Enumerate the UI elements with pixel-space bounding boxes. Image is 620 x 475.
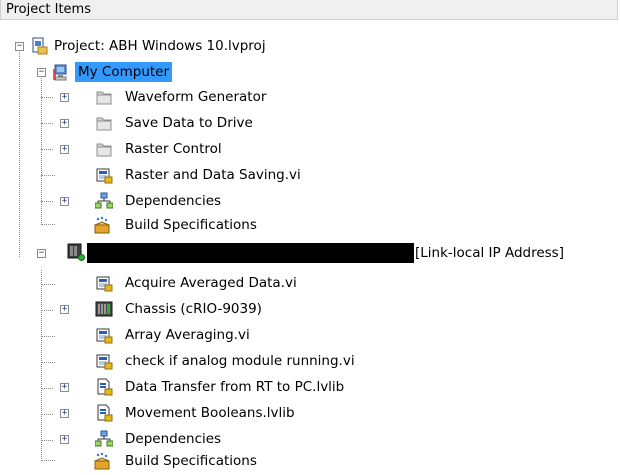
project-file-icon: [32, 37, 48, 55]
tree-label-project: Project: ABH Windows 10.lvproj: [54, 38, 266, 54]
panel-header: Project Items: [0, 0, 618, 20]
tree-label: check if analog module running.vi: [125, 353, 355, 369]
chassis-icon: [95, 301, 113, 317]
tree-row[interactable]: check if analog module running.vi: [0, 349, 620, 375]
tree-label: Build Specifications: [125, 217, 257, 233]
tree-row[interactable]: + Raster Control: [0, 137, 620, 163]
folder-icon: [96, 91, 112, 105]
expand-toggle[interactable]: +: [60, 409, 69, 418]
collapse-toggle[interactable]: −: [37, 68, 46, 77]
tree-row[interactable]: + Movement Booleans.lvlib: [0, 401, 620, 427]
project-tree[interactable]: − Project: ABH Windows 10.lvproj − My Co…: [0, 21, 620, 475]
tree-row[interactable]: + Dependencies: [0, 189, 620, 215]
panel-title: Project Items: [6, 2, 91, 17]
tree-label: Acquire Averaged Data.vi: [125, 275, 297, 291]
tree-row[interactable]: + Waveform Generator: [0, 85, 620, 111]
tree-row[interactable]: Array Averaging.vi: [0, 323, 620, 349]
redacted-target-name: [87, 243, 414, 263]
tree-label-target-suffix: [Link-local IP Address]: [415, 245, 564, 261]
tree-row[interactable]: Raster and Data Saving.vi: [0, 163, 620, 189]
tree-label: Dependencies: [125, 193, 222, 209]
expand-toggle[interactable]: +: [60, 197, 69, 206]
tree-row-target[interactable]: − [Link-local IP Address]: [0, 240, 620, 266]
vi-icon: [96, 168, 113, 184]
tree-row[interactable]: Acquire Averaged Data.vi: [0, 271, 620, 297]
tree-row[interactable]: + Chassis (cRIO-9039): [0, 297, 620, 323]
dependencies-icon: [95, 430, 113, 447]
computer-icon: [53, 64, 67, 81]
build-specifications-icon: [94, 216, 110, 234]
expand-toggle[interactable]: +: [60, 145, 69, 154]
tree-label: Build Specifications: [125, 453, 257, 469]
tree-label: Array Averaging.vi: [125, 327, 250, 343]
tree-label: Raster and Data Saving.vi: [125, 167, 301, 183]
folder-icon: [96, 143, 112, 157]
tree-label: Movement Booleans.lvlib: [125, 405, 295, 421]
tree-label: Save Data to Drive: [125, 115, 253, 131]
library-icon: [97, 378, 113, 396]
tree-row-my-computer[interactable]: − My Computer: [0, 59, 620, 85]
tree-row[interactable]: + Data Transfer from RT to PC.lvlib: [0, 375, 620, 401]
tree-row[interactable]: Build Specifications: [0, 213, 620, 239]
crio-target-icon: [67, 243, 85, 261]
expand-toggle[interactable]: +: [60, 119, 69, 128]
tree-row[interactable]: + Save Data to Drive: [0, 111, 620, 137]
vi-icon: [96, 276, 113, 292]
tree-label: Dependencies: [125, 431, 222, 447]
dependencies-icon: [95, 192, 113, 209]
collapse-toggle[interactable]: −: [15, 42, 24, 51]
tree-label: Waveform Generator: [125, 89, 267, 105]
tree-row[interactable]: Build Specifications: [0, 449, 620, 475]
tree-label: Chassis (cRIO-9039): [125, 301, 262, 317]
tree-label-my-computer: My Computer: [75, 62, 173, 82]
expand-toggle[interactable]: +: [60, 305, 69, 314]
expand-toggle[interactable]: +: [60, 93, 69, 102]
build-specifications-icon: [94, 452, 110, 470]
tree-label: Raster Control: [125, 141, 222, 157]
vi-icon: [96, 328, 113, 344]
tree-row-project[interactable]: − Project: ABH Windows 10.lvproj: [0, 33, 620, 59]
collapse-toggle[interactable]: −: [37, 249, 46, 258]
tree-label: Data Transfer from RT to PC.lvlib: [125, 379, 345, 395]
library-icon: [97, 404, 113, 422]
folder-icon: [96, 117, 112, 131]
vi-icon: [96, 354, 113, 370]
expand-toggle[interactable]: +: [60, 435, 69, 444]
expand-toggle[interactable]: +: [60, 383, 69, 392]
